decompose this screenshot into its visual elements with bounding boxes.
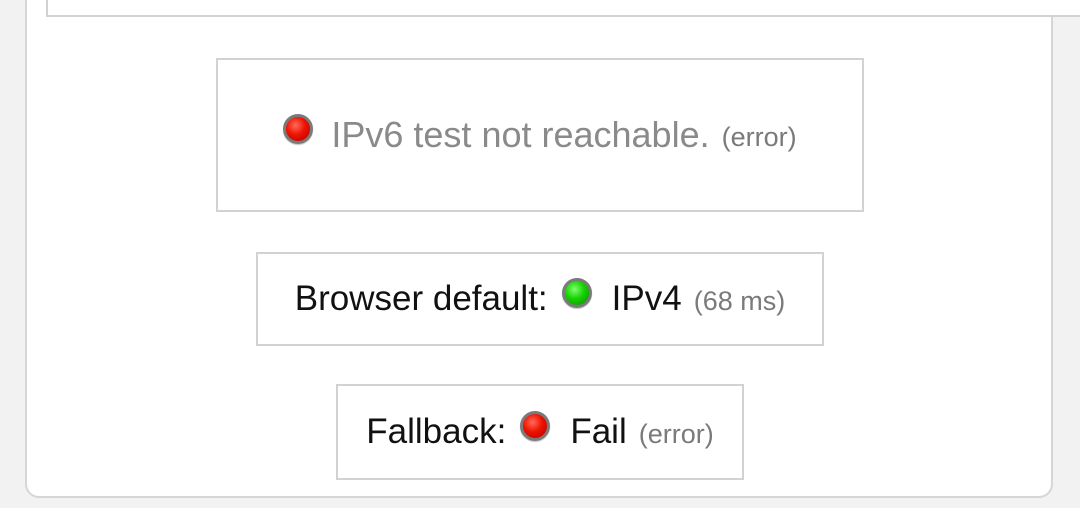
red-led-icon <box>283 114 314 144</box>
browser-default-detail: (68 ms) <box>693 285 786 316</box>
ipv6-test-detail: (error) <box>721 121 797 152</box>
ipv6-test-status: IPv6 test not reachable. (error) <box>216 58 864 212</box>
browser-default-status: Browser default: IPv4 (68 ms) <box>256 252 824 346</box>
fallback-detail: (error) <box>638 418 714 449</box>
green-led-icon <box>561 278 592 308</box>
ipv6-test-message: IPv6 test not reachable. <box>331 114 710 155</box>
previous-result-box <box>46 0 1080 17</box>
red-led-icon <box>520 411 551 441</box>
fallback-label: Fallback: <box>366 412 507 451</box>
browser-default-label: Browser default: <box>294 279 548 318</box>
fallback-value: Fail <box>570 412 627 451</box>
browser-default-value: IPv4 <box>611 279 682 318</box>
page: IPv6 test not reachable. (error) Browser… <box>0 0 1080 508</box>
fallback-status: Fallback: Fail (error) <box>336 384 744 480</box>
